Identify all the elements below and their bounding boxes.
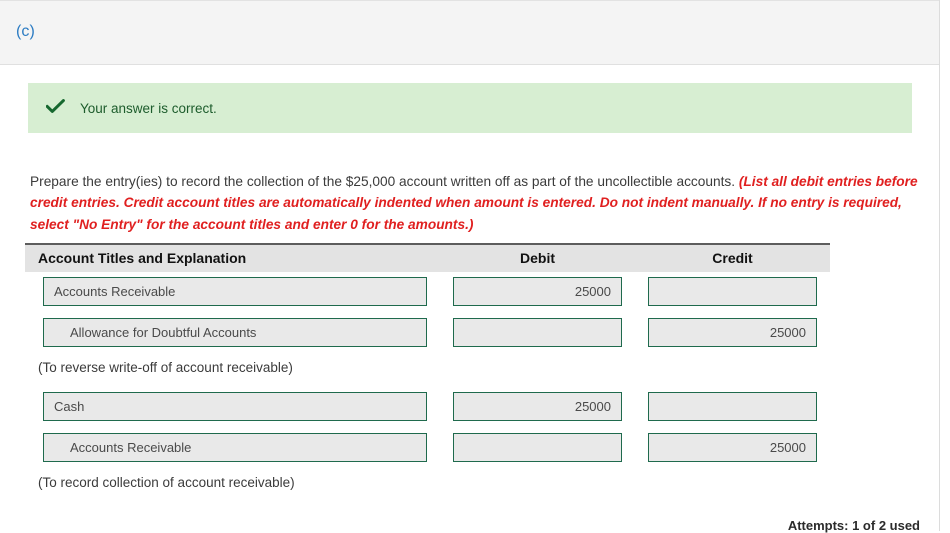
- alert-message: Your answer is correct.: [80, 100, 217, 116]
- correct-answer-alert: Your answer is correct.: [28, 83, 912, 133]
- debit-amount-input[interactable]: [453, 392, 622, 421]
- question-part-label: (c): [16, 23, 35, 40]
- journal-row: [25, 428, 830, 469]
- account-title-input[interactable]: [43, 318, 427, 347]
- journal-row: [25, 313, 830, 354]
- journal-table-header: Account Titles and Explanation Debit Cre…: [25, 243, 830, 272]
- column-header-debit: Debit: [520, 250, 555, 266]
- question-instructions: Prepare the entry(ies) to record the col…: [30, 171, 925, 236]
- credit-amount-input[interactable]: [648, 392, 817, 421]
- journal-entry-note: (To record collection of account receiva…: [38, 475, 295, 490]
- account-title-input[interactable]: [43, 277, 427, 306]
- page-right-gutter: [940, 0, 950, 531]
- credit-amount-input[interactable]: [648, 318, 817, 347]
- account-title-input[interactable]: [43, 392, 427, 421]
- debit-amount-input[interactable]: [453, 277, 622, 306]
- credit-amount-input[interactable]: [648, 433, 817, 462]
- debit-amount-input[interactable]: [453, 433, 622, 462]
- debit-amount-input[interactable]: [453, 318, 622, 347]
- column-header-credit: Credit: [712, 250, 753, 266]
- credit-amount-input[interactable]: [648, 277, 817, 306]
- journal-entry-table: Account Titles and Explanation Debit Cre…: [25, 243, 830, 502]
- instruction-prompt: Prepare the entry(ies) to record the col…: [30, 173, 739, 189]
- check-icon: [45, 98, 70, 118]
- journal-entry-note: (To reverse write-off of account receiva…: [38, 360, 293, 375]
- journal-row: [25, 387, 830, 428]
- column-header-accounts: Account Titles and Explanation: [38, 250, 247, 266]
- assignment-page: (c) Your answer is correct. Prepare the …: [0, 0, 950, 533]
- question-part-header: (c): [0, 0, 939, 65]
- account-title-input[interactable]: [43, 433, 427, 462]
- journal-row: [25, 272, 830, 313]
